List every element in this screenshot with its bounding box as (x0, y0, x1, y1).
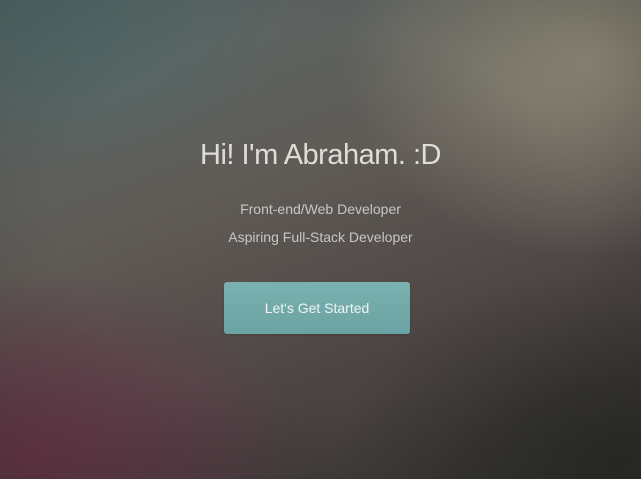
hero-section: Hi! I'm Abraham. :D Front-end/Web Develo… (0, 0, 641, 479)
hero-subtitle-aspiration: Aspiring Full-Stack Developer (228, 229, 413, 245)
get-started-button[interactable]: Let's Get Started (224, 282, 410, 334)
hero-subtitle-role: Front-end/Web Developer (240, 201, 401, 217)
hero-title: Hi! I'm Abraham. :D (200, 139, 442, 171)
